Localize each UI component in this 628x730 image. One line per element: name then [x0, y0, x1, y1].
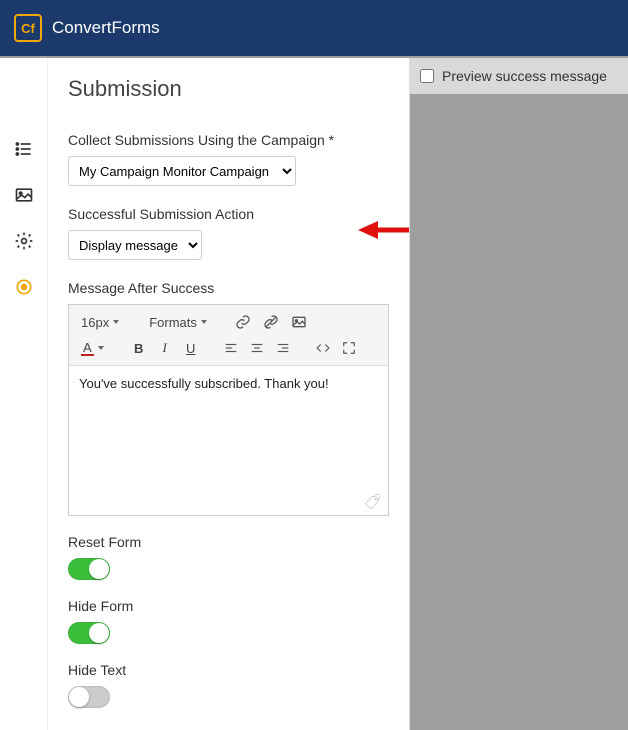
brand-name: ConvertForms	[52, 18, 160, 38]
list-icon[interactable]	[13, 138, 35, 160]
reset-form-toggle[interactable]	[68, 558, 110, 580]
preview-success-label: Preview success message	[442, 68, 607, 84]
resize-handle-icon[interactable]: 🏷	[363, 492, 381, 511]
rich-text-editor: 16px Formats	[68, 304, 389, 516]
font-size-dropdown[interactable]: 16px	[75, 311, 125, 333]
image-icon[interactable]	[13, 184, 35, 206]
panel-title: Submission	[68, 76, 389, 102]
hide-form-label: Hide Form	[68, 598, 389, 614]
bold-button[interactable]: B	[128, 337, 150, 359]
action-label: Successful Submission Action	[68, 206, 389, 222]
action-select[interactable]: Display message	[68, 230, 202, 260]
hide-text-toggle[interactable]	[68, 686, 110, 708]
fullscreen-icon[interactable]	[338, 337, 360, 359]
settings-panel: Submission Collect Submissions Using the…	[48, 58, 410, 730]
editor-content[interactable]: You've successfully subscribed. Thank yo…	[69, 365, 388, 515]
app-header: Cf ConvertForms	[0, 0, 628, 58]
code-view-icon[interactable]	[312, 337, 334, 359]
reset-form-label: Reset Form	[68, 534, 389, 550]
align-left-icon[interactable]	[220, 337, 242, 359]
preview-success-checkbox[interactable]	[420, 69, 434, 83]
message-label: Message After Success	[68, 280, 389, 296]
align-center-icon[interactable]	[246, 337, 268, 359]
editor-toolbar: 16px Formats	[69, 305, 388, 365]
preview-area: Preview success message	[410, 58, 628, 730]
hide-form-toggle[interactable]	[68, 622, 110, 644]
italic-button[interactable]: I	[154, 337, 176, 359]
text-color-dropdown[interactable]: A	[75, 337, 110, 359]
formats-dropdown[interactable]: Formats	[143, 311, 213, 333]
hide-text-label: Hide Text	[68, 662, 389, 678]
unlink-icon[interactable]	[259, 311, 283, 333]
link-icon[interactable]	[231, 311, 255, 333]
insert-image-icon[interactable]	[287, 311, 311, 333]
align-right-icon[interactable]	[272, 337, 294, 359]
campaign-label: Collect Submissions Using the Campaign *	[68, 132, 389, 148]
campaign-select[interactable]: My Campaign Monitor Campaign	[68, 156, 296, 186]
logo-icon: Cf	[14, 14, 42, 42]
target-icon[interactable]	[13, 276, 35, 298]
underline-button[interactable]: U	[180, 337, 202, 359]
preview-bar: Preview success message	[410, 58, 628, 94]
gear-icon[interactable]	[13, 230, 35, 252]
sidebar-nav	[0, 58, 48, 730]
